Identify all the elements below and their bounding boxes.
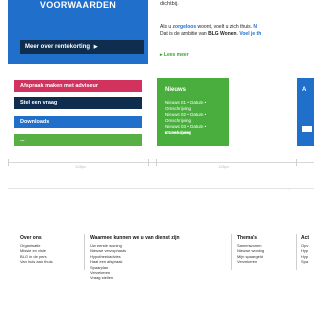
measure-label: 128px (75, 164, 86, 169)
footer-link[interactable]: Van huis aan thuis (20, 259, 53, 264)
measure-label: 126px (218, 164, 229, 169)
intro-link-cut[interactable]: N (253, 24, 257, 30)
news-lees-meer-link[interactable]: ▸ Lees meer (165, 130, 191, 136)
intro-line-1: Als u zorgeloos woont, voelt u zich thui… (160, 24, 312, 31)
news-block: Nieuws Nieuws 01 • Datum • Omschrijving … (157, 78, 229, 146)
intro-text-part: Als u (160, 24, 173, 30)
rentekorting-button-label: Meer over rentekorting (25, 44, 91, 50)
measure-tick (8, 159, 9, 166)
divider-dots: ... (287, 186, 291, 191)
news-item[interactable]: Nieuws 02 • Datum • Omschrijving (165, 112, 229, 124)
footer-col-act: Act Opv Hyp Hyp Spa (301, 235, 309, 265)
zorgeloos-link[interactable]: zorgeloos (173, 24, 197, 30)
footer-link[interactable]: Verzekeren (237, 259, 264, 264)
measure-tick (156, 159, 157, 166)
intro-line-2: Dat is de ambitie van BLG Wonen. Voel je… (160, 31, 312, 38)
news-item[interactable]: Nieuws 01 • Datum • Omschrijving (165, 100, 229, 112)
footer-col-title: Over ons (20, 235, 42, 241)
footer: Over ons Organisatie Missie en visie BLG… (0, 210, 314, 317)
measure-tick (296, 159, 297, 166)
downloads-button[interactable]: Downloads (14, 116, 142, 128)
intro-trailing-text: dichtbij. (160, 1, 179, 7)
intro-lees-meer-link[interactable]: ▸ Lees meer (160, 52, 189, 58)
footer-col-title: Waarmee kunnen we u van dienst zijn (90, 235, 180, 241)
intro-text-part: woont, voelt u zich thuis. (196, 24, 254, 30)
side-block-title: A (302, 87, 307, 93)
brand-name: BLG Wonen (208, 31, 237, 37)
promo-banner: VOORWAARDEN Meer over rentekorting ▶ (8, 0, 148, 64)
measure-tick (148, 159, 149, 166)
measure-line (8, 162, 314, 163)
footer-col-diensten: Waarmee kunnen we u van dienst zijn Uw e… (90, 235, 180, 281)
footer-col-over-ons: Over ons Organisatie Missie en visie BLG… (20, 235, 53, 265)
triangle-right-icon: ▶ (93, 44, 98, 50)
intro-paragraph: Als u zorgeloos woont, voelt u zich thui… (160, 24, 312, 38)
intro-text-part: Dat is de ambitie van (160, 31, 209, 37)
side-block-button[interactable] (302, 126, 312, 132)
afspraak-button[interactable]: Afspraak maken met adviseur (14, 80, 142, 92)
promo-title: VOORWAARDEN (39, 0, 117, 10)
footer-col-title: Act (301, 235, 310, 241)
footer-col-themas: Thema's Samenwonen Nieuwe woning Mijn sp… (237, 235, 264, 265)
news-title: Nieuws (165, 87, 187, 93)
more-actions-button[interactable]: ... (14, 134, 142, 146)
footer-link[interactable]: Vraag stellen (90, 275, 180, 280)
footer-link[interactable]: Spa (301, 259, 309, 264)
rentekorting-button[interactable]: Meer over rentekorting ▶ (20, 40, 144, 54)
section-divider (8, 188, 314, 189)
voel-je-thuis-link[interactable]: Voel je th (239, 31, 261, 37)
footer-col-title: Thema's (237, 235, 258, 241)
stel-een-vraag-button[interactable]: Stel een vraag (14, 97, 142, 109)
side-block: A (297, 78, 314, 146)
